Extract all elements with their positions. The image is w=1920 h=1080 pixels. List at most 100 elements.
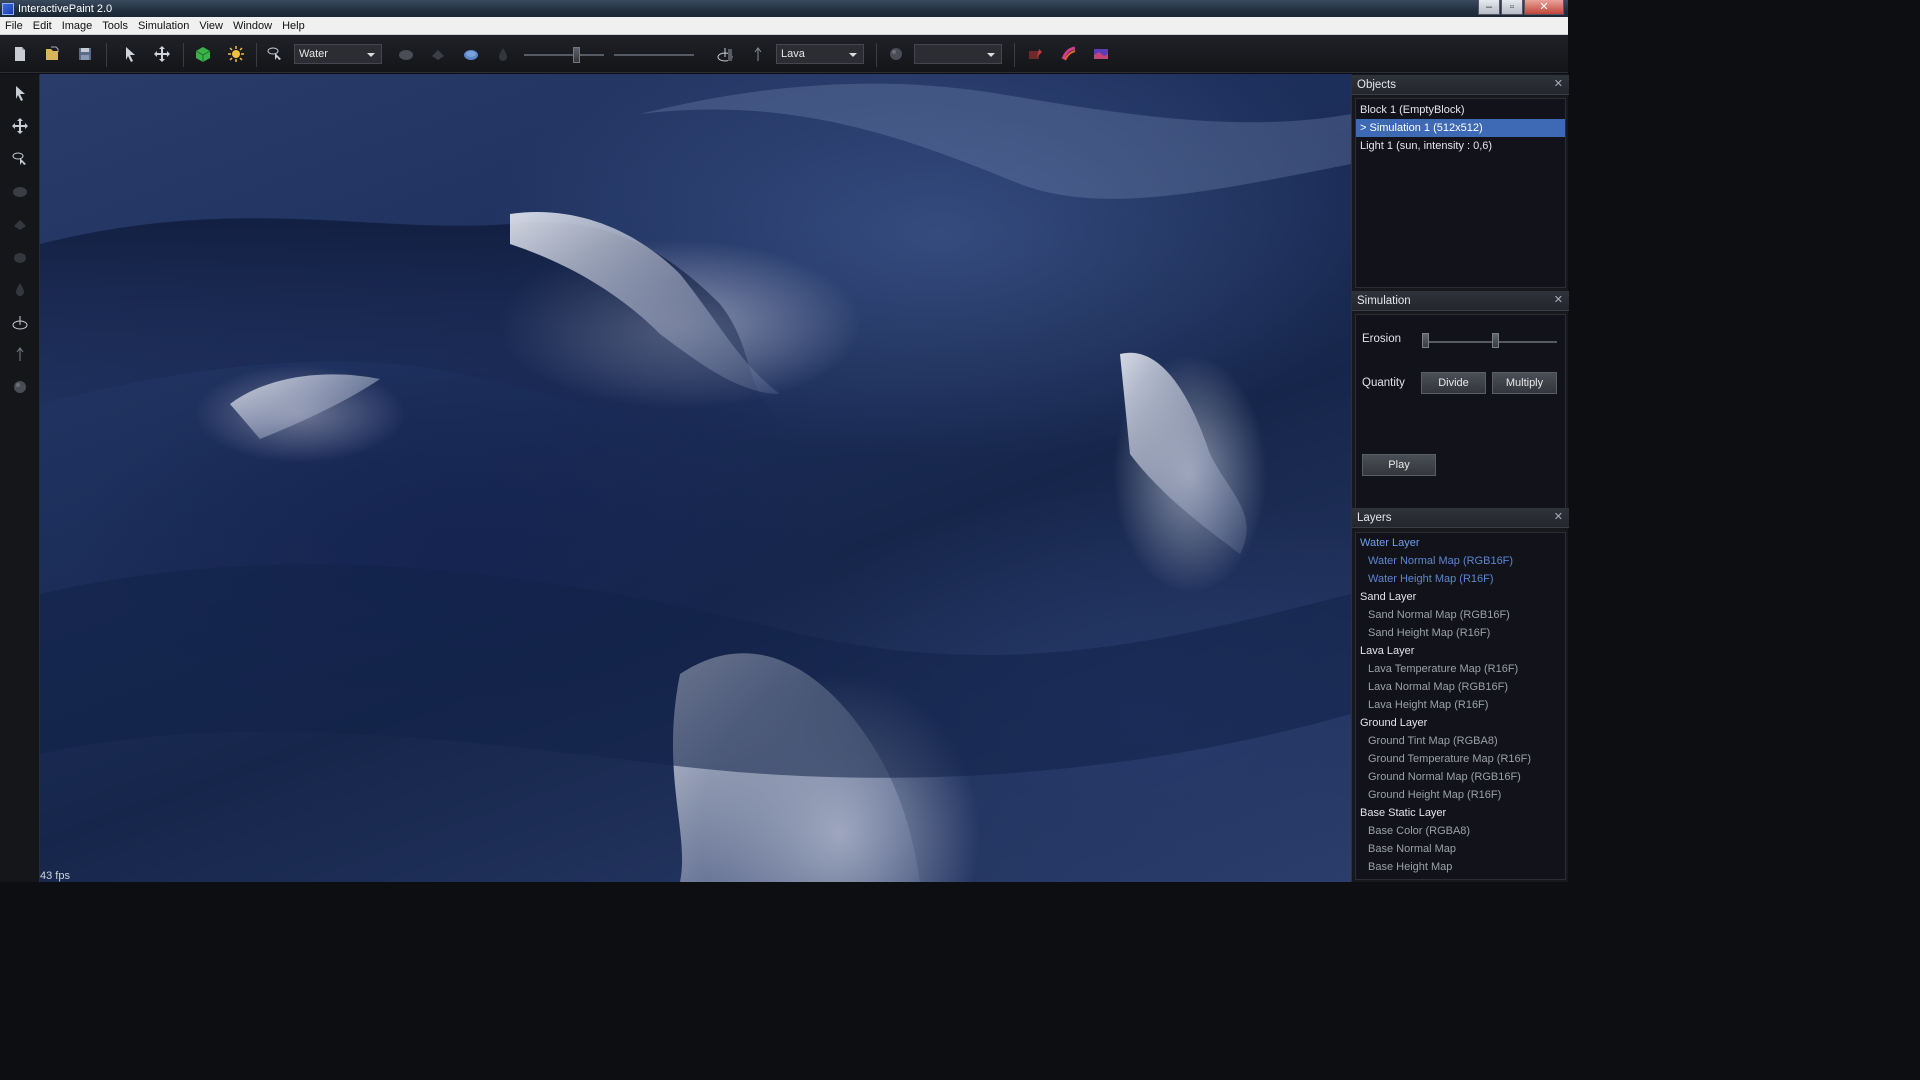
texture-icon[interactable] <box>1090 43 1112 65</box>
fluid-type-select-2[interactable]: Lava <box>776 44 864 64</box>
menu-view[interactable]: View <box>194 20 228 32</box>
move-icon[interactable] <box>151 43 173 65</box>
layer-map-item[interactable]: Lava Height Map (R16F) <box>1356 696 1565 714</box>
height-tool-icon[interactable] <box>714 43 736 65</box>
object-item-simulation[interactable]: > Simulation 1 (512x512) <box>1356 119 1565 137</box>
brush-hard-icon[interactable] <box>9 213 31 235</box>
brush-round-icon[interactable] <box>395 43 417 65</box>
layer-map-item[interactable]: Base Color (RGBA8) <box>1356 822 1565 840</box>
layer-group-item[interactable]: Base Static Layer <box>1356 804 1565 822</box>
fluid-type-select[interactable]: Water <box>294 44 382 64</box>
terrain-block-icon[interactable] <box>192 43 214 65</box>
close-button[interactable]: ✕ <box>1524 0 1564 15</box>
paint-select-icon[interactable] <box>264 43 286 65</box>
drop-icon[interactable] <box>492 43 514 65</box>
layer-map-item[interactable]: Ground Height Map (R16F) <box>1356 786 1565 804</box>
brush-hard-icon[interactable] <box>427 43 449 65</box>
layer-group-item[interactable]: Lava Layer <box>1356 642 1565 660</box>
right-dock: Objects ✕ Block 1 (EmptyBlock) > Simulat… <box>1351 74 1568 882</box>
menu-image[interactable]: Image <box>57 20 98 32</box>
terrain-render <box>40 74 1351 882</box>
raise-arrow-icon[interactable] <box>9 343 31 365</box>
3d-viewport[interactable]: 43 fps <box>40 74 1351 882</box>
menu-help[interactable]: Help <box>277 20 310 32</box>
objects-list: Block 1 (EmptyBlock) > Simulation 1 (512… <box>1355 98 1566 288</box>
window-controls: – ▫ ✕ <box>1477 0 1564 15</box>
layer-map-item[interactable]: Ground Temperature Map (R16F) <box>1356 750 1565 768</box>
fluid-type-value: Water <box>299 48 328 60</box>
toolbar-separator <box>106 43 107 67</box>
fps-counter: 43 fps <box>40 870 70 882</box>
layer-map-item[interactable]: Ground Tint Map (RGBA8) <box>1356 732 1565 750</box>
object-item-block[interactable]: Block 1 (EmptyBlock) <box>1356 101 1565 119</box>
material-select[interactable] <box>914 44 1002 64</box>
play-button[interactable]: Play <box>1362 454 1436 476</box>
save-icon[interactable] <box>74 43 96 65</box>
select-arrow-icon[interactable] <box>9 82 31 104</box>
quantity-label: Quantity <box>1362 377 1405 389</box>
layer-map-item[interactable]: Ground Normal Map (RGB16F) <box>1356 768 1565 786</box>
erosion-slider-handle[interactable] <box>1492 333 1499 348</box>
gradient-brush-icon[interactable] <box>1058 43 1080 65</box>
layer-map-item[interactable]: Water Normal Map (RGB16F) <box>1356 552 1565 570</box>
layer-map-item[interactable]: Water Height Map (R16F) <box>1356 570 1565 588</box>
chevron-down-icon <box>987 53 995 57</box>
brush-strength-slider-track[interactable] <box>614 54 694 56</box>
new-file-icon[interactable] <box>9 43 31 65</box>
toolbar-separator <box>1014 43 1015 67</box>
layer-map-item[interactable]: Lava Normal Map (RGB16F) <box>1356 678 1565 696</box>
height-tool-icon[interactable] <box>9 311 31 333</box>
objects-panel-header: Objects ✕ <box>1352 75 1569 95</box>
layer-map-item[interactable]: Sand Height Map (R16F) <box>1356 624 1565 642</box>
brush-round-icon[interactable] <box>9 180 31 202</box>
brush-soft-icon[interactable] <box>9 246 31 268</box>
toolbar-separator <box>876 43 877 67</box>
layer-map-item[interactable]: Base Height Map <box>1356 858 1565 876</box>
brush-noise-icon[interactable] <box>460 43 482 65</box>
brush-size-slider-track[interactable] <box>524 54 604 56</box>
title-bar: InteractivePaint 2.0 – ▫ ✕ <box>0 0 1568 17</box>
close-icon[interactable]: ✕ <box>1554 507 1563 527</box>
drop-icon[interactable] <box>9 278 31 300</box>
chevron-down-icon <box>849 53 857 57</box>
layer-map-item[interactable]: Sand Normal Map (RGB16F) <box>1356 606 1565 624</box>
toolbar-separator <box>256 43 257 67</box>
open-file-icon[interactable] <box>41 43 63 65</box>
material-sphere-icon[interactable] <box>9 376 31 398</box>
material-sphere-icon[interactable] <box>885 43 907 65</box>
close-icon[interactable]: ✕ <box>1554 74 1563 94</box>
multiply-button[interactable]: Multiply <box>1492 372 1557 394</box>
minimize-button[interactable]: – <box>1478 0 1500 15</box>
menu-simulation[interactable]: Simulation <box>133 20 194 32</box>
objects-panel-title: Objects <box>1357 79 1396 91</box>
menu-edit[interactable]: Edit <box>28 20 57 32</box>
erosion-slider-track[interactable] <box>1424 341 1557 343</box>
divide-button[interactable]: Divide <box>1421 372 1486 394</box>
app-icon <box>2 3 14 15</box>
menu-tools[interactable]: Tools <box>97 20 133 32</box>
close-icon[interactable]: ✕ <box>1554 290 1563 310</box>
paint-select-icon[interactable] <box>9 148 31 170</box>
layer-map-item[interactable]: Lava Temperature Map (R16F) <box>1356 660 1565 678</box>
layer-group-item[interactable]: Sand Layer <box>1356 588 1565 606</box>
menu-file[interactable]: File <box>0 20 28 32</box>
paint-bucket-icon[interactable] <box>1024 43 1046 65</box>
simulation-controls: Erosion Quantity Divide Multiply Play <box>1355 314 1566 509</box>
fluid-type-value-2: Lava <box>781 48 805 60</box>
layer-group-item[interactable]: Ground Layer <box>1356 714 1565 732</box>
move-icon[interactable] <box>9 115 31 137</box>
layers-panel-title: Layers <box>1357 512 1392 524</box>
window-title: InteractivePaint 2.0 <box>18 3 112 15</box>
object-item-light[interactable]: Light 1 (sun, intensity : 0,6) <box>1356 137 1565 155</box>
select-arrow-icon[interactable] <box>119 43 141 65</box>
main-toolbar: Water Lava <box>0 35 1568 73</box>
chevron-down-icon <box>367 53 375 57</box>
menu-window[interactable]: Window <box>228 20 277 32</box>
sun-light-icon[interactable] <box>225 43 247 65</box>
layer-group-item[interactable]: Water Layer <box>1356 534 1565 552</box>
maximize-button[interactable]: ▫ <box>1501 0 1523 15</box>
brush-size-slider-handle[interactable] <box>573 47 580 63</box>
erosion-slider-min-handle[interactable] <box>1422 333 1429 348</box>
raise-arrow-icon[interactable] <box>747 43 769 65</box>
layer-map-item[interactable]: Base Normal Map <box>1356 840 1565 858</box>
